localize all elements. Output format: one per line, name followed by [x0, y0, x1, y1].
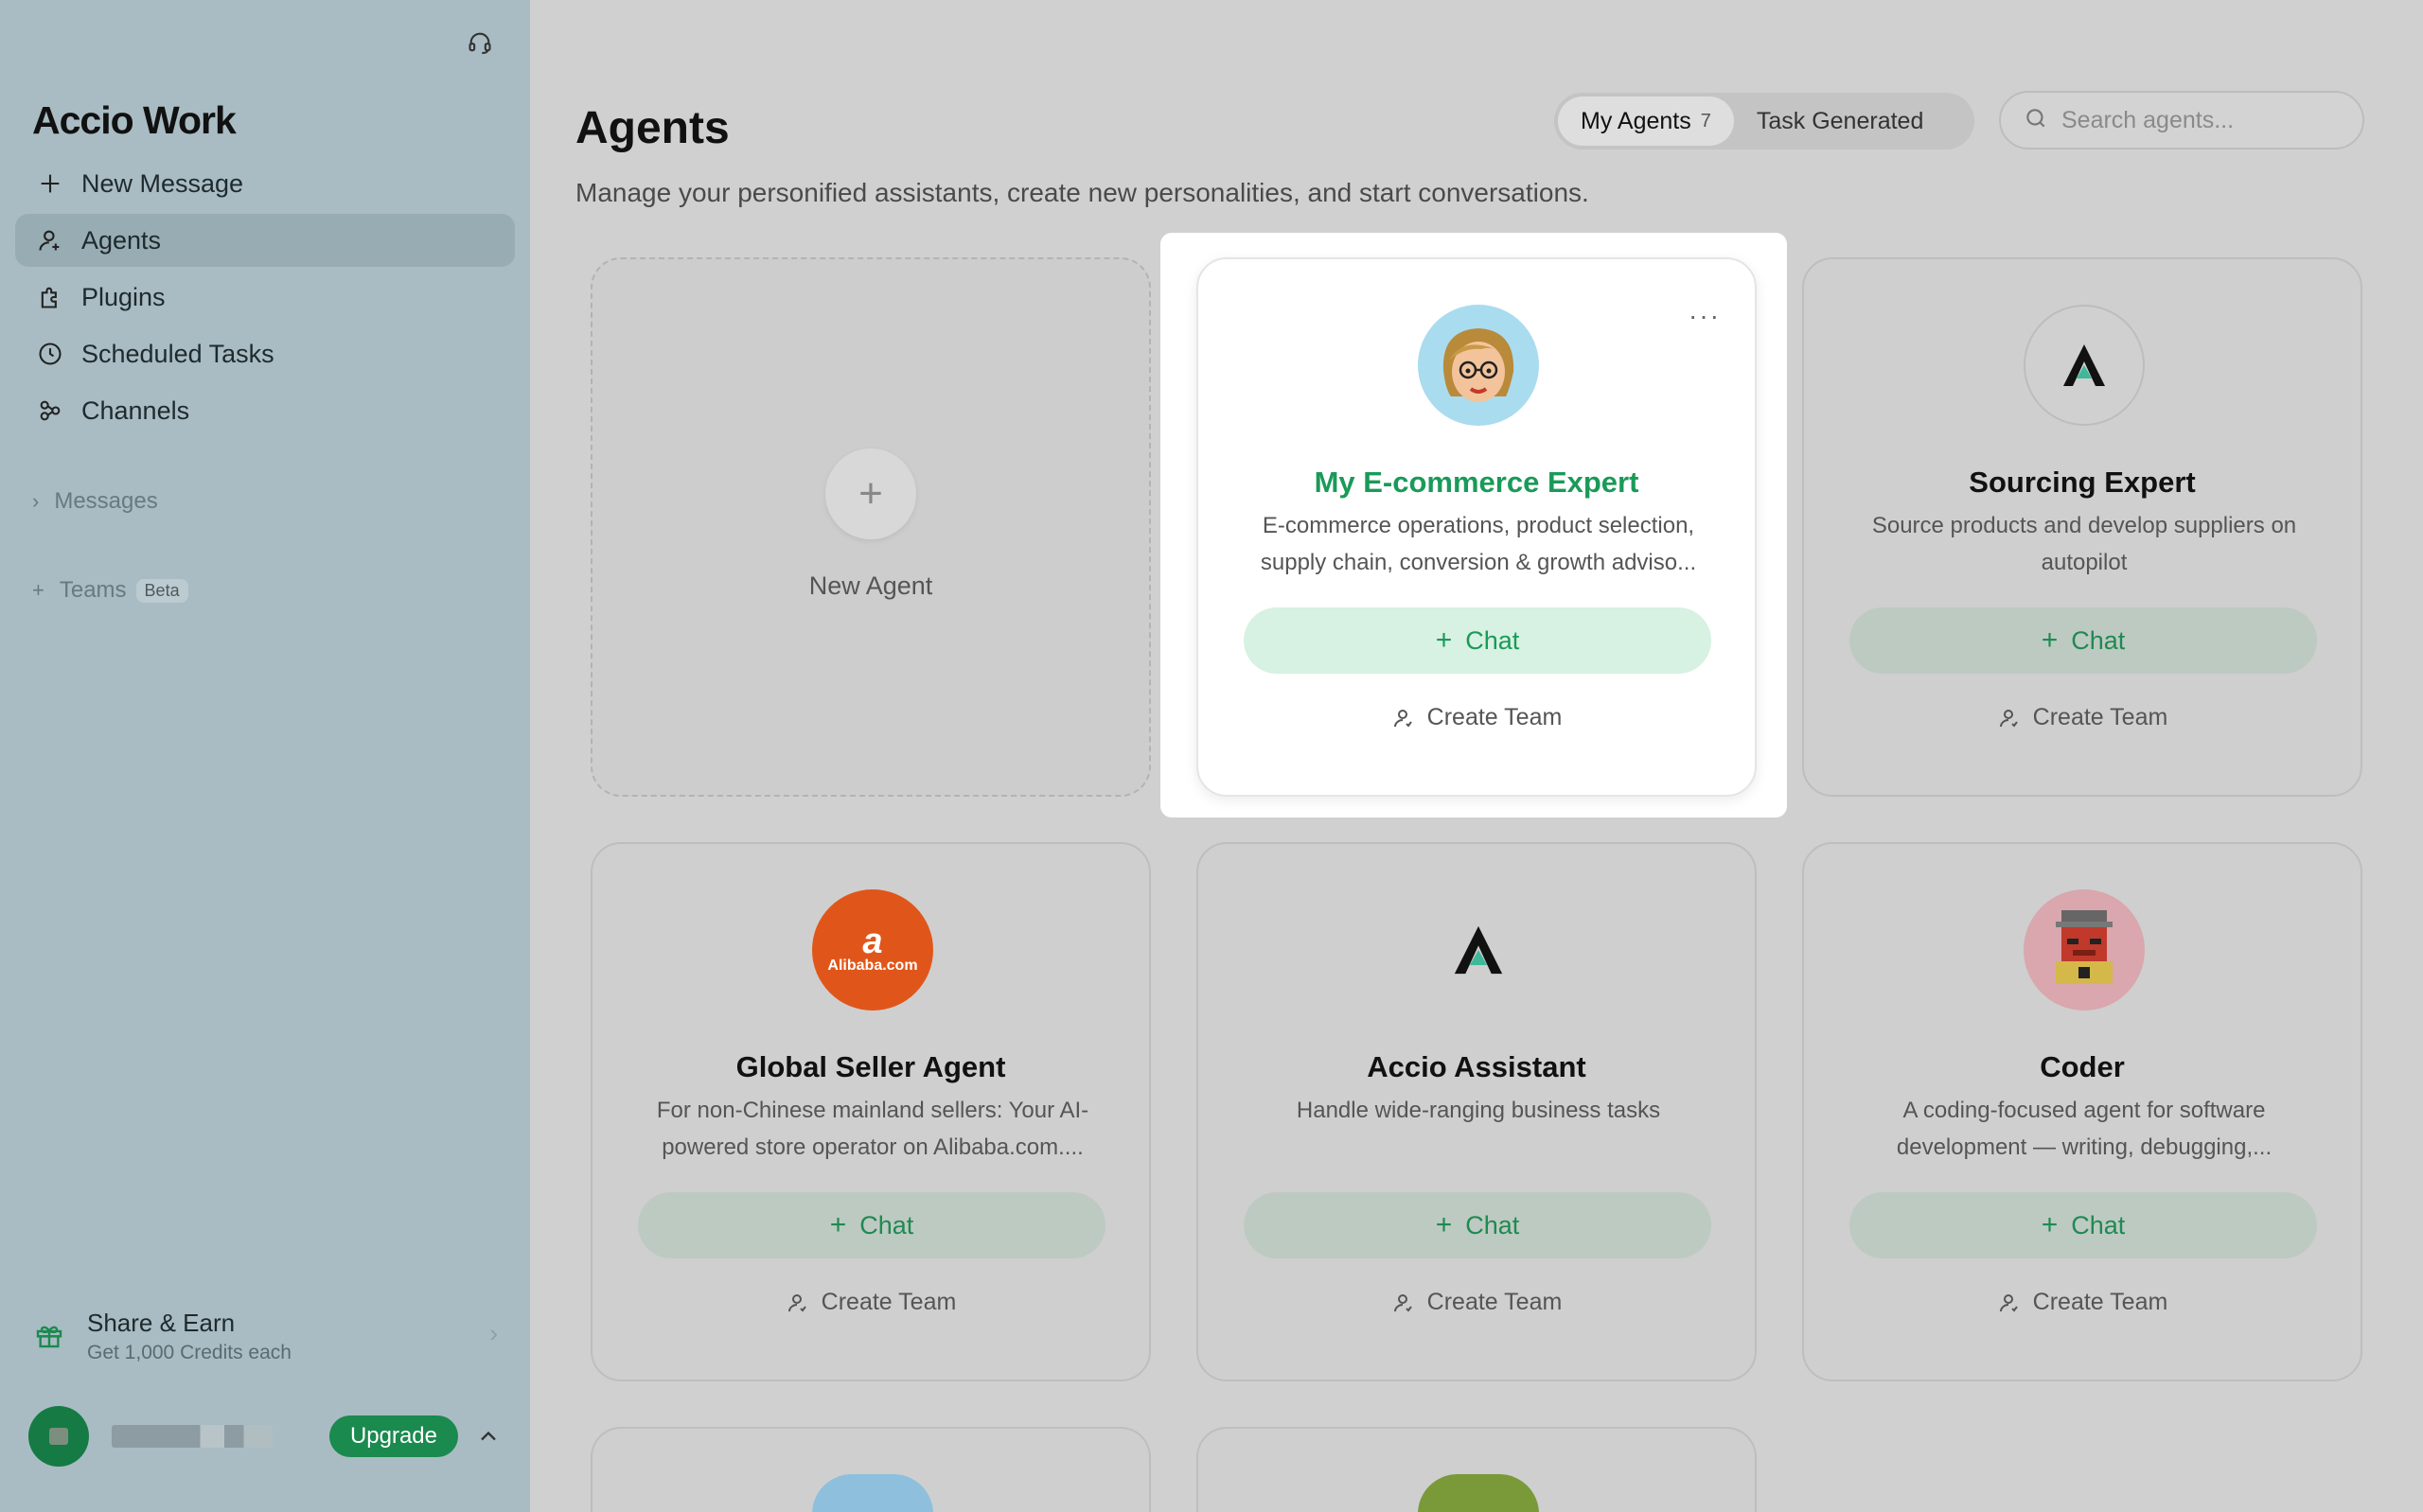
sidebar-item-plugins[interactable]: Plugins [15, 271, 515, 324]
user-icon [1391, 1292, 1414, 1314]
share-nodes-icon [34, 395, 66, 427]
pixel-robot-avatar [2024, 889, 2145, 1011]
agent-name: Accio Assistant [1367, 1050, 1586, 1083]
avatar[interactable] [28, 1406, 89, 1467]
agent-description: For non-Chinese mainland sellers: Your A… [656, 1098, 1089, 1160]
chat-button[interactable]: + Chat [1849, 607, 2317, 674]
share-title: Share & Earn [87, 1308, 236, 1337]
agent-card-sourcing-expert[interactable]: Sourcing Expert Source products and deve… [1802, 257, 2362, 797]
agent-avatar-partial [1418, 1474, 1539, 1512]
chat-button[interactable]: + Chat [638, 1192, 1105, 1258]
agent-name: Coder [2040, 1050, 2125, 1083]
teams-section-toggle[interactable]: + Teams Beta [32, 577, 188, 604]
sidebar-item-scheduled-tasks[interactable]: Scheduled Tasks [15, 327, 515, 380]
create-team-button[interactable]: Create Team [1804, 1289, 2361, 1316]
search-input[interactable] [2061, 106, 2345, 134]
user-icon [34, 224, 66, 256]
sidebar-item-new-message[interactable]: New Message [15, 157, 515, 210]
page-title: Agents [575, 103, 730, 153]
create-team-button[interactable]: Create Team [1804, 704, 2361, 731]
chat-button[interactable]: + Chat [1244, 607, 1711, 674]
agent-description: A coding-focused agent for software deve… [1896, 1098, 2273, 1160]
app-logo: Accio Work [32, 98, 237, 142]
accio-logo-avatar [1418, 889, 1539, 1011]
sidebar: Accio Work New Message Agents Plugins Sc… [0, 0, 530, 1512]
agent-card-accio-assistant[interactable]: Accio Assistant Handle wide-ranging busi… [1196, 842, 1757, 1381]
plus-icon: + [32, 578, 44, 602]
sidebar-item-label: Agents [81, 225, 162, 255]
tab-my-agents[interactable]: My Agents 7 [1558, 97, 1734, 146]
agent-card-partial[interactable] [591, 1427, 1151, 1512]
agent-card-my-ecommerce-expert[interactable]: ··· My E-commerce Expert E-commerce oper… [1196, 257, 1757, 797]
plus-icon [34, 167, 66, 200]
share-subtitle: Get 1,000 Credits each [87, 1341, 292, 1363]
clock-icon [34, 338, 66, 370]
search-bar [1999, 91, 2364, 149]
user-name-redacted [111, 1425, 273, 1448]
agent-description: E-commerce operations, product selection… [1260, 513, 1697, 575]
cartoon-woman-avatar [1418, 305, 1539, 426]
alibaba-logo-avatar: a Alibaba.com [812, 889, 933, 1011]
agent-card-partial[interactable] [1196, 1427, 1757, 1512]
puzzle-icon [34, 281, 66, 313]
main-content: Agents Manage your personified assistant… [530, 0, 2423, 1512]
agent-count-badge: 7 [1700, 110, 1711, 132]
search-icon [2024, 106, 2048, 135]
agent-description: Source products and develop suppliers on… [1871, 513, 2297, 575]
plus-icon: + [2041, 624, 2059, 656]
create-team-button[interactable]: Create Team [592, 1289, 1149, 1316]
new-agent-label: New Agent [808, 571, 933, 600]
user-icon [1997, 707, 2020, 730]
chevron-up-icon[interactable] [475, 1423, 502, 1450]
user-account-bar: Upgrade [28, 1406, 502, 1467]
page-subtitle: Manage your personified assistants, crea… [575, 178, 1589, 207]
agent-filter-tabs: My Agents 7 Task Generated [1554, 93, 1974, 149]
headset-icon[interactable] [464, 26, 496, 59]
beta-badge: Beta [135, 578, 188, 603]
agent-avatar-partial [812, 1474, 933, 1512]
tab-task-generated[interactable]: Task Generated [1734, 97, 1947, 146]
new-agent-card[interactable]: + New Agent [591, 257, 1151, 797]
sidebar-item-channels[interactable]: Channels [15, 384, 515, 437]
user-icon [1391, 707, 1414, 730]
plus-icon: + [1435, 1209, 1453, 1240]
chevron-right-icon: › [32, 489, 40, 513]
agent-name: Global Seller Agent [735, 1050, 1006, 1083]
sidebar-nav: New Message Agents Plugins Scheduled Tas… [15, 157, 515, 441]
upgrade-button[interactable]: Upgrade [328, 1415, 458, 1457]
sidebar-item-agents[interactable]: Agents [15, 214, 515, 267]
user-icon [1997, 1292, 2020, 1314]
more-options-icon[interactable]: ··· [1689, 301, 1721, 331]
agent-name: My E-commerce Expert [1314, 466, 1639, 499]
gift-icon [34, 1320, 66, 1352]
plus-icon: + [1435, 624, 1453, 656]
share-earn-link[interactable]: Share & Earn Get 1,000 Credits each › [34, 1306, 498, 1366]
chat-button[interactable]: + Chat [1244, 1192, 1711, 1258]
user-icon [786, 1292, 808, 1314]
sidebar-item-label: New Message [81, 168, 244, 198]
teams-section-label: Teams [59, 577, 127, 603]
plus-icon: + [825, 448, 916, 539]
chevron-right-icon: › [489, 1319, 498, 1347]
agent-card-global-seller-agent[interactable]: a Alibaba.com Global Seller Agent For no… [591, 842, 1151, 1381]
plus-icon: + [829, 1209, 847, 1240]
create-team-button[interactable]: Create Team [1198, 704, 1755, 731]
messages-section-toggle[interactable]: › Messages [32, 488, 158, 515]
agent-card-coder[interactable]: Coder A coding-focused agent for softwar… [1802, 842, 2362, 1381]
agent-name: Sourcing Expert [1969, 466, 2196, 499]
sidebar-item-label: Scheduled Tasks [81, 339, 274, 368]
plus-icon: + [2041, 1209, 2059, 1240]
messages-section-label: Messages [54, 488, 158, 514]
sidebar-item-label: Channels [81, 396, 190, 425]
chat-button[interactable]: + Chat [1849, 1192, 2317, 1258]
agent-description: Handle wide-ranging business tasks [1296, 1098, 1661, 1123]
accio-logo-avatar [2024, 305, 2145, 426]
sidebar-item-label: Plugins [81, 282, 166, 311]
create-team-button[interactable]: Create Team [1198, 1289, 1755, 1316]
